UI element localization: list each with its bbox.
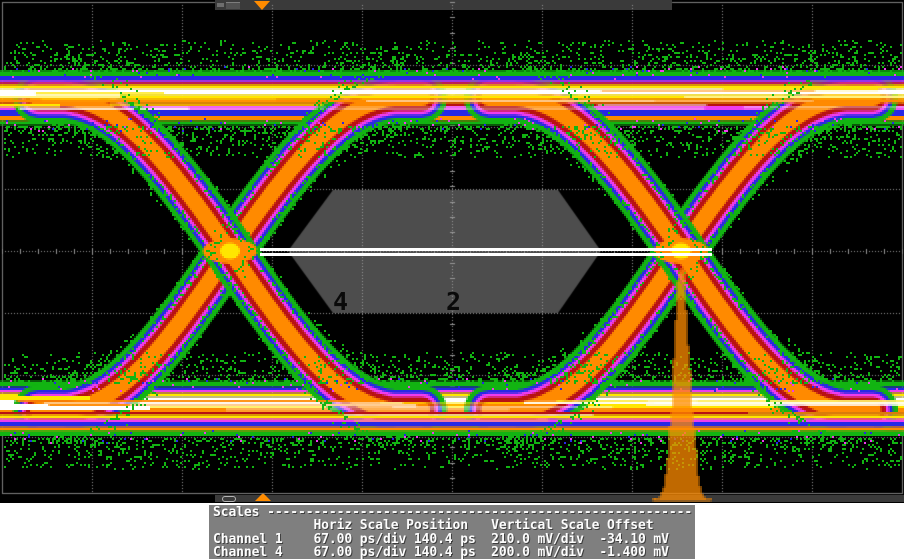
scales-panel: Scales ---------------------------------… bbox=[209, 505, 695, 559]
mask-region-label: 2 bbox=[446, 289, 461, 314]
measurement-line-top-stripe bbox=[260, 248, 712, 251]
scales-panel-text: Scales ---------------------------------… bbox=[209, 505, 695, 559]
measurement-line-bottom-stripe bbox=[260, 253, 712, 256]
mask-region-label: 4 bbox=[333, 289, 348, 314]
oscilloscope-screen: 4 2 Scales -----------------------------… bbox=[0, 0, 904, 559]
eye-width-measurement-line bbox=[260, 248, 712, 256]
